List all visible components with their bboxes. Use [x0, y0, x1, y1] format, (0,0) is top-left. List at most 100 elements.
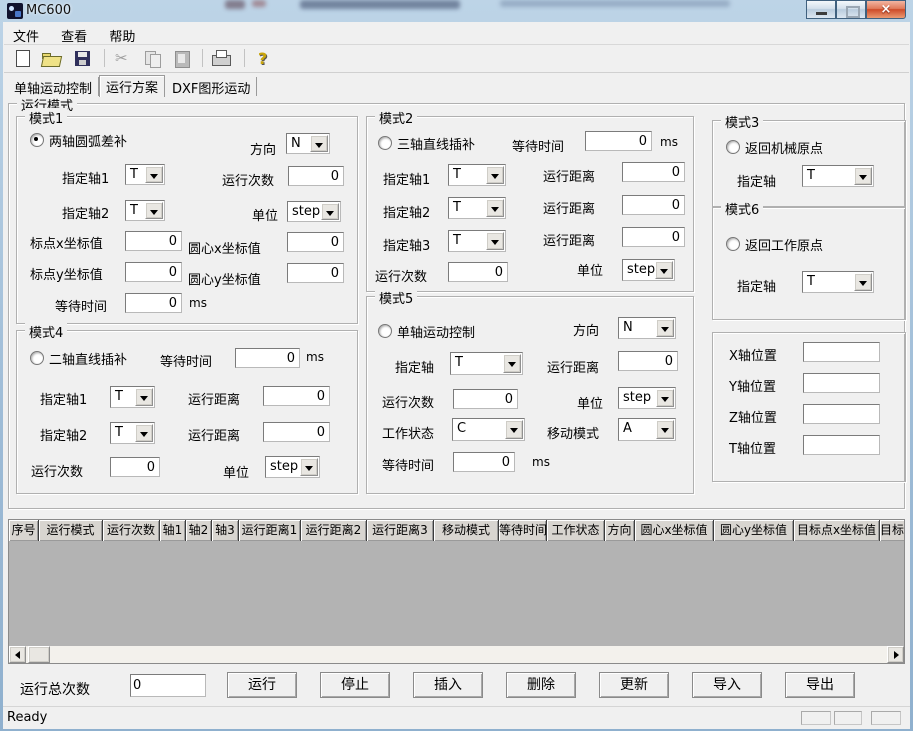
table-header-cell[interactable]: 运行次数 [103, 520, 160, 541]
print-icon[interactable] [210, 48, 232, 69]
mode4-axis1-select[interactable]: T [110, 386, 155, 408]
mode2-dist2-input[interactable] [622, 195, 685, 215]
y-axis-position-input[interactable] [803, 373, 880, 393]
table-header-cell[interactable]: 工作状态 [547, 520, 605, 541]
table-header-cell[interactable]: 圆心y坐标值 [714, 520, 794, 541]
chevron-down-icon[interactable] [300, 458, 318, 476]
minimize-button[interactable] [806, 0, 836, 19]
open-file-icon[interactable] [40, 48, 62, 69]
mode5-axis-select[interactable]: T [450, 352, 523, 375]
chevron-down-icon[interactable] [656, 389, 674, 407]
mode2-radio[interactable] [378, 136, 392, 150]
delete-button[interactable]: 删除 [506, 672, 576, 698]
insert-button[interactable]: 插入 [413, 672, 483, 698]
cut-icon[interactable]: ✂ [112, 48, 134, 69]
table-header-cell[interactable]: 轴3 [212, 520, 239, 541]
close-button[interactable]: × [866, 0, 906, 19]
mode5-direction-select[interactable]: N [618, 317, 676, 339]
mode4-radio[interactable] [30, 351, 44, 365]
table-header-cell[interactable]: 运行距离1 [239, 520, 301, 541]
tab-dxf-motion[interactable]: DXF图形运动 [166, 77, 257, 96]
table-header-cell[interactable]: 等待时间 [499, 520, 547, 541]
table-header-cell[interactable]: 运行模式 [39, 520, 103, 541]
scrollbar-thumb[interactable] [28, 646, 50, 663]
horizontal-scrollbar[interactable] [9, 646, 904, 663]
mode4-run-count-input[interactable] [110, 457, 160, 477]
help-icon[interactable]: ? [252, 48, 274, 69]
table-header-cell[interactable]: 目标点y坐标值 [880, 520, 905, 541]
chevron-down-icon[interactable] [145, 166, 163, 183]
chevron-down-icon[interactable] [310, 135, 328, 152]
mode1-axis2-select[interactable]: T [125, 200, 165, 221]
mode6-axis-select[interactable]: T [802, 271, 874, 293]
mode2-axis2-select[interactable]: T [448, 197, 506, 219]
import-button[interactable]: 导入 [692, 672, 762, 698]
chevron-down-icon[interactable] [655, 261, 673, 279]
copy-icon[interactable] [142, 48, 164, 69]
mode1-unit-select[interactable]: step [287, 201, 341, 222]
chevron-down-icon[interactable] [135, 388, 153, 406]
mode2-run-count-input[interactable] [448, 262, 508, 282]
table-header-cell[interactable]: 移动模式 [434, 520, 499, 541]
z-axis-position-input[interactable] [803, 404, 880, 424]
mode1-center-x-input[interactable] [287, 232, 344, 252]
menu-file[interactable]: 文件 [4, 24, 48, 47]
run-button[interactable]: 运行 [227, 672, 297, 698]
mode1-mark-x-input[interactable] [125, 231, 182, 251]
chevron-down-icon[interactable] [145, 202, 163, 219]
tab-run-plan[interactable]: 运行方案 [99, 75, 165, 97]
chevron-down-icon[interactable] [486, 199, 504, 217]
chevron-down-icon[interactable] [854, 273, 872, 291]
chevron-down-icon[interactable] [135, 424, 153, 442]
stop-button[interactable]: 停止 [320, 672, 390, 698]
table-header-cell[interactable]: 运行距离3 [367, 520, 434, 541]
table-header-cell[interactable]: 轴1 [160, 520, 186, 541]
mode3-axis-select[interactable]: T [802, 165, 874, 187]
chevron-down-icon[interactable] [505, 420, 523, 439]
mode1-run-count-input[interactable] [288, 166, 344, 186]
chevron-down-icon[interactable] [503, 354, 521, 373]
new-file-icon[interactable] [12, 48, 34, 69]
save-icon[interactable] [72, 48, 94, 69]
chevron-down-icon[interactable] [656, 420, 674, 439]
x-axis-position-input[interactable] [803, 342, 880, 362]
table-header-cell[interactable]: 方向 [605, 520, 635, 541]
update-button[interactable]: 更新 [599, 672, 669, 698]
mode2-dist1-input[interactable] [622, 162, 685, 182]
export-button[interactable]: 导出 [785, 672, 855, 698]
mode5-move-mode-select[interactable]: A [618, 418, 676, 441]
mode5-dist-input[interactable] [618, 351, 678, 371]
mode1-axis1-select[interactable]: T [125, 164, 165, 185]
scroll-right-button[interactable] [887, 646, 904, 663]
mode5-unit-select[interactable]: step [618, 387, 676, 409]
mode3-radio[interactable] [726, 140, 740, 154]
table-header-cell[interactable]: 序号 [9, 520, 39, 541]
menu-help[interactable]: 帮助 [100, 24, 144, 47]
mode1-direction-select[interactable]: N [286, 133, 330, 154]
t-axis-position-input[interactable] [803, 435, 880, 455]
mode2-axis3-select[interactable]: T [448, 230, 506, 252]
mode4-dist2-input[interactable] [263, 422, 330, 442]
total-run-count-input[interactable] [130, 674, 206, 697]
mode1-center-y-input[interactable] [287, 263, 344, 283]
mode5-run-count-input[interactable] [453, 389, 518, 409]
mode4-dist1-input[interactable] [263, 386, 330, 406]
mode5-work-state-select[interactable]: C [452, 418, 525, 441]
maximize-button[interactable] [836, 0, 866, 19]
chevron-down-icon[interactable] [486, 232, 504, 250]
mode1-mark-y-input[interactable] [125, 262, 182, 282]
menu-view[interactable]: 查看 [52, 24, 96, 47]
mode1-radio[interactable] [30, 133, 44, 147]
mode4-axis2-select[interactable]: T [110, 422, 155, 444]
mode5-wait-input[interactable] [453, 452, 515, 472]
table-header-cell[interactable]: 轴2 [186, 520, 212, 541]
table-header-cell[interactable]: 圆心x坐标值 [635, 520, 714, 541]
mode1-wait-input[interactable] [125, 293, 182, 313]
table-body[interactable] [9, 541, 905, 646]
tab-single-axis-control[interactable]: 单轴运动控制 [8, 77, 99, 96]
table-header-cell[interactable]: 目标点x坐标值 [794, 520, 880, 541]
mode5-radio[interactable] [378, 324, 392, 338]
table-header-cell[interactable]: 运行距离2 [301, 520, 367, 541]
mode6-radio[interactable] [726, 237, 740, 251]
chevron-down-icon[interactable] [486, 166, 504, 184]
